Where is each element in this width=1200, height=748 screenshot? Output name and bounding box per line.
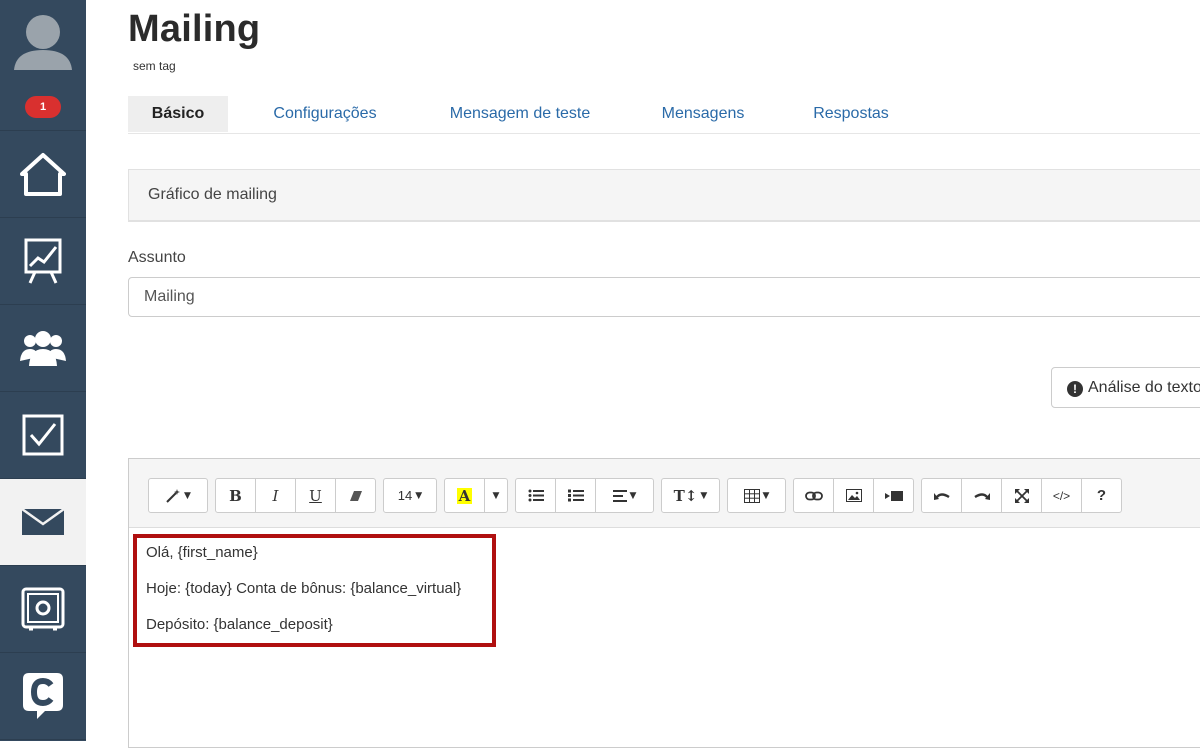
style-button[interactable]: ▼ [148, 478, 208, 513]
sidebar-item-mailing[interactable] [0, 479, 86, 566]
editor-line: Depósito: {balance_deposit} [146, 616, 333, 633]
text-analysis-button[interactable]: ! Análise do texto [1051, 367, 1200, 408]
editor-highlighted-content[interactable]: Olá, {first_name} Hoje: {today} Conta de… [133, 534, 496, 647]
italic-button[interactable]: I [255, 478, 296, 513]
chevron-down-icon: ▼ [184, 490, 191, 501]
sidebar: 1 [0, 0, 86, 741]
mailing-chart-panel[interactable]: Gráfico de mailing [128, 169, 1200, 222]
panel-title: Gráfico de mailing [148, 186, 277, 203]
bullet-list-icon [528, 489, 544, 502]
undo-icon [933, 492, 950, 500]
sidebar-item-home[interactable] [0, 131, 86, 218]
avatar[interactable] [0, 0, 86, 86]
tasks-icon [22, 414, 64, 456]
chart-icon [24, 238, 62, 284]
safe-icon [21, 587, 65, 631]
editor-line: Olá, {first_name} [146, 544, 258, 561]
ordered-list-button[interactable] [555, 478, 596, 513]
fullscreen-button[interactable] [1001, 478, 1042, 513]
font-size-value: 14 [397, 488, 413, 503]
tab-mensagens[interactable]: Mensagens [648, 96, 758, 132]
redo-button[interactable] [961, 478, 1002, 513]
sidebar-item-tasks[interactable] [0, 392, 86, 479]
notifications[interactable]: 1 [0, 86, 86, 131]
subject-label: Assunto [128, 249, 186, 266]
highlight-a-icon: A [456, 486, 473, 505]
underline-button[interactable]: U [295, 478, 336, 513]
mail-icon [21, 508, 65, 535]
chevron-down-icon: ▼ [700, 490, 708, 501]
chevron-down-icon: ▼ [492, 490, 500, 501]
sidebar-item-chat[interactable] [0, 653, 86, 740]
tab-configuracoes[interactable]: Configurações [260, 96, 390, 132]
sidebar-item-reports[interactable] [0, 218, 86, 305]
eraser-icon [349, 490, 362, 501]
bold-button[interactable]: B [215, 478, 256, 513]
paragraph-align-dropdown[interactable]: ▼ [595, 478, 654, 513]
color-dropdown-button[interactable]: ▼ [484, 478, 508, 513]
table-icon [743, 488, 760, 503]
chevron-down-icon: ▼ [629, 490, 637, 501]
unordered-list-button[interactable] [515, 478, 556, 513]
undo-button[interactable] [921, 478, 962, 513]
notification-badge: 1 [25, 96, 61, 118]
clear-format-button[interactable] [335, 478, 376, 513]
subject-input[interactable] [128, 277, 1200, 317]
tab-basico[interactable]: Básico [128, 96, 228, 132]
users-icon [20, 331, 66, 366]
link-icon [804, 491, 823, 500]
line-height-dropdown[interactable]: T↕ ▼ [661, 478, 720, 513]
editor-toolbar: ▼ B I U 14 ▼ A ▼ ▼ T↕ ▼ ▼ </> ? [129, 459, 1200, 528]
image-icon [845, 489, 862, 502]
expand-icon [1014, 488, 1029, 503]
tab-bar: Básico Configurações Mensagem de teste M… [128, 96, 1200, 134]
tab-respostas[interactable]: Respostas [800, 96, 902, 132]
chevron-down-icon: ▼ [415, 490, 423, 501]
rich-text-editor: ▼ B I U 14 ▼ A ▼ ▼ T↕ ▼ ▼ </> ? Olá, {fi… [128, 458, 1200, 748]
font-size-dropdown[interactable]: 14 ▼ [383, 478, 437, 513]
code-icon: </> [1052, 488, 1071, 503]
editor-line: Hoje: {today} Conta de bônus: {balance_v… [146, 580, 462, 597]
code-view-button[interactable]: </> [1041, 478, 1082, 513]
page-title: Mailing [128, 8, 261, 50]
chat-icon [23, 673, 63, 719]
numbered-list-icon [567, 489, 584, 502]
text-color-button[interactable]: A [444, 478, 485, 513]
help-button[interactable]: ? [1081, 478, 1122, 513]
sidebar-item-users[interactable] [0, 305, 86, 392]
table-dropdown[interactable]: ▼ [727, 478, 786, 513]
question-icon: ? [1096, 487, 1107, 504]
video-icon [884, 490, 903, 501]
page-subtitle: sem tag [133, 59, 176, 73]
redo-icon [973, 492, 990, 500]
home-icon [20, 153, 66, 196]
tab-mensagem-de-teste[interactable]: Mensagem de teste [431, 96, 609, 132]
magic-wand-icon [166, 488, 181, 503]
user-avatar-icon [14, 15, 72, 70]
exclamation-icon: ! [1067, 380, 1083, 397]
sidebar-item-safe[interactable] [0, 566, 86, 653]
text-height-icon: T↕ [673, 486, 698, 505]
insert-image-button[interactable] [833, 478, 874, 513]
insert-video-button[interactable] [873, 478, 914, 513]
text-analysis-label: Análise do texto [1088, 378, 1200, 396]
insert-link-button[interactable] [793, 478, 834, 513]
align-left-icon [612, 489, 627, 502]
chevron-down-icon: ▼ [762, 490, 770, 501]
